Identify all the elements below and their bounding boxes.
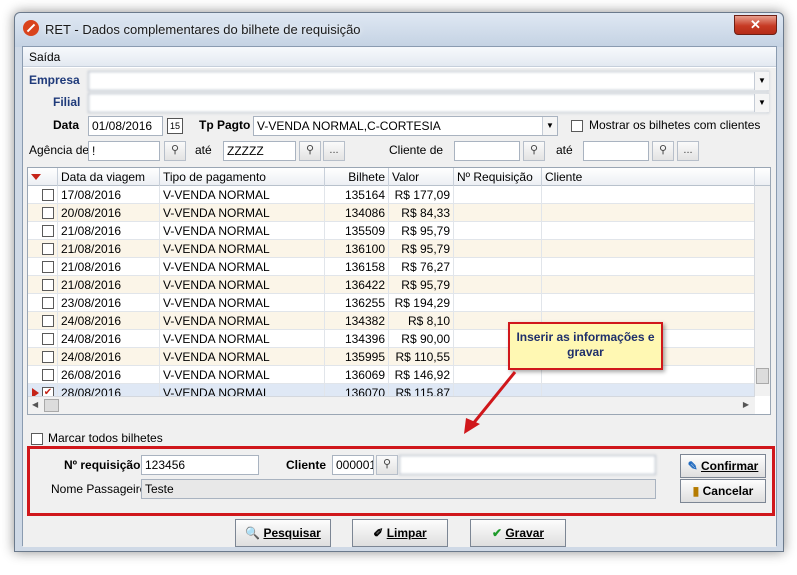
arrow-line: [470, 371, 517, 426]
callout-arrow: [464, 371, 517, 434]
